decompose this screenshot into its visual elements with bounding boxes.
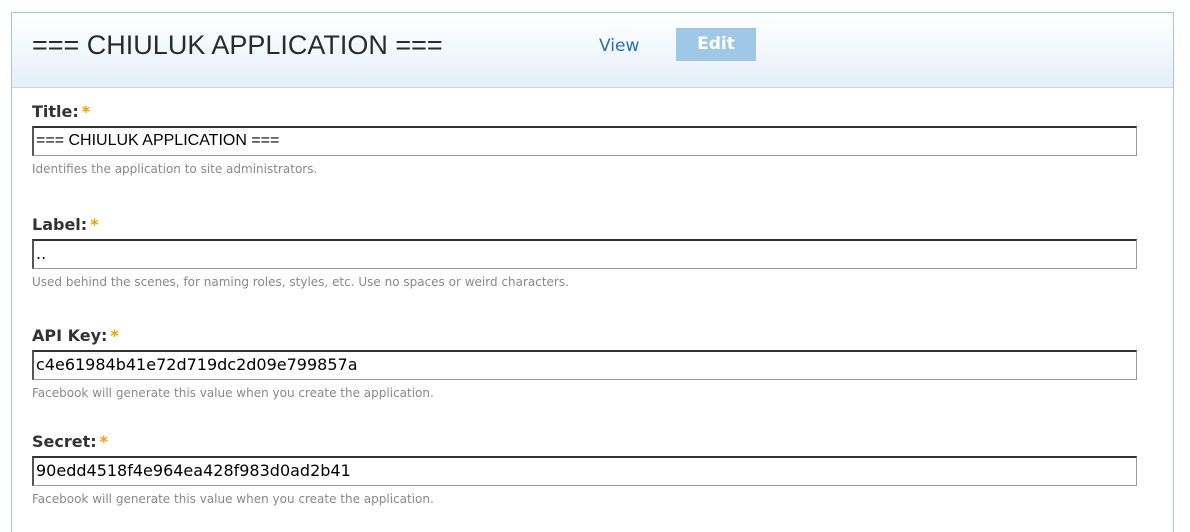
title-label: Title: * xyxy=(32,101,1137,123)
page-title: === CHIULUK APPLICATION === xyxy=(32,30,443,60)
secret-input[interactable]: 90edd4518f4e964ea428f983d0ad2b41 xyxy=(32,456,1137,486)
api-key-label-text: API Key: xyxy=(32,326,108,345)
api-key-description: Facebook will generate this value when y… xyxy=(32,386,434,400)
content-frame: === CHIULUK APPLICATION === View Edit Ti… xyxy=(11,12,1174,532)
api-key-label: API Key: * xyxy=(32,325,1137,347)
label-label-text: Label: xyxy=(32,215,88,234)
label-input[interactable]: .. xyxy=(32,239,1137,269)
required-marker: * xyxy=(81,102,91,121)
required-marker: * xyxy=(110,326,119,345)
secret-field-group: Secret: * 90edd4518f4e964ea428f983d0ad2b4… xyxy=(32,431,1137,507)
label-label: Label: * xyxy=(32,214,1137,236)
api-key-input[interactable]: c4e61984b41e72d719dc2d09e799857a xyxy=(32,350,1137,380)
api-key-field-group: API Key: * c4e61984b41e72d719dc2d09e79985… xyxy=(32,325,1137,401)
secret-label-text: Secret: xyxy=(32,432,97,451)
required-marker: * xyxy=(90,215,99,234)
secret-description: Facebook will generate this value when y… xyxy=(32,492,434,506)
label-description: Used behind the scenes, for naming roles… xyxy=(32,275,569,289)
tab-edit[interactable]: Edit xyxy=(676,28,756,61)
secret-label: Secret: * xyxy=(32,431,1137,453)
title-input[interactable]: === CHIULUK APPLICATION === xyxy=(32,126,1137,156)
tab-view[interactable]: View xyxy=(599,34,639,58)
label-field-group: Label: * .. Used behind the scenes, for n… xyxy=(32,214,1137,290)
title-label-text: Title: xyxy=(32,102,79,121)
required-marker: * xyxy=(99,432,109,451)
title-field-group: Title: * === CHIULUK APPLICATION === Iden… xyxy=(32,101,1137,177)
page-header: === CHIULUK APPLICATION === View Edit xyxy=(12,13,1173,88)
title-description: Identifies the application to site admin… xyxy=(32,162,318,176)
